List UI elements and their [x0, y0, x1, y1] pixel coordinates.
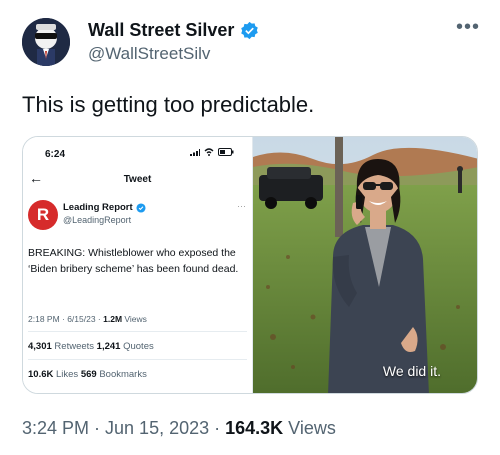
quotes-value: 1,241 — [96, 341, 121, 352]
tweet-timestamp[interactable]: 3:24 PM · Jun 15, 2023 · — [22, 418, 225, 438]
status-bar-icons — [190, 148, 234, 156]
quotes-label: Quotes — [120, 341, 154, 352]
inner-verified-badge-icon — [136, 202, 146, 213]
inner-author-name: Leading Report — [63, 202, 133, 213]
inner-author-handle: @LeadingReport — [63, 215, 132, 225]
leading-report-avatar: R — [28, 200, 58, 230]
divider — [28, 359, 247, 360]
photo-caption: We did it. — [382, 363, 441, 379]
signal-icon — [190, 148, 200, 156]
inner-tweet-time: 2:18 PM · 6/15/23 · — [28, 314, 104, 324]
status-bar-time: 6:24 — [45, 149, 66, 160]
views-label: Views — [283, 418, 336, 438]
inner-tweet-body: BREAKING: Whistleblower who exposed the … — [28, 247, 239, 275]
inner-more-icon: ··· — [237, 201, 246, 211]
retweets-value: 4,301 — [28, 341, 52, 352]
inner-retweets-row: 4,301 Retweets 1,241 Quotes — [28, 341, 154, 352]
inner-views-value: 1.2M — [103, 314, 123, 324]
leading-report-logo-letter: R — [36, 205, 50, 224]
author-display-name[interactable]: Wall Street Silver — [88, 20, 234, 41]
likes-value: 10.6K — [28, 369, 54, 380]
battery-icon — [218, 148, 234, 156]
author-handle[interactable]: @WallStreetSilv — [88, 44, 210, 64]
tweet-text: This is getting too predictable. — [22, 92, 315, 117]
bookmarks-value: 569 — [80, 369, 97, 380]
author-avatar[interactable] — [22, 18, 70, 66]
wifi-icon — [204, 148, 214, 156]
retweets-label: Retweets — [51, 341, 97, 352]
divider — [28, 331, 247, 332]
views-count: 164.3K — [225, 418, 284, 438]
verified-badge-icon — [241, 21, 259, 40]
bookmarks-label: Bookmarks — [96, 369, 147, 380]
inner-likes-row: 10.6K Likes 569 Bookmarks — [28, 369, 147, 380]
photo-image: We did it. — [253, 137, 477, 393]
screen-title: Tweet — [123, 174, 152, 185]
tweet-footer: 3:24 PM · Jun 15, 2023 · 164.3K Views — [22, 418, 336, 439]
inner-views-label: Views — [122, 314, 147, 324]
likes-label: Likes — [53, 369, 81, 380]
inner-author-name-row: Leading Report — [63, 202, 146, 213]
author-name-row: Wall Street Silver — [88, 20, 259, 41]
more-dots-icon[interactable]: ••• — [456, 17, 480, 37]
photo-scene — [253, 137, 477, 393]
inner-tweet-meta: 2:18 PM · 6/15/23 · 1.2M Views — [28, 314, 147, 324]
tweet-media[interactable]: 6:24 ← Tweet R Leading Report @LeadingRe… — [22, 136, 478, 394]
avatar-image — [22, 18, 70, 66]
screenshot-image: 6:24 ← Tweet R Leading Report @LeadingRe… — [23, 137, 253, 393]
